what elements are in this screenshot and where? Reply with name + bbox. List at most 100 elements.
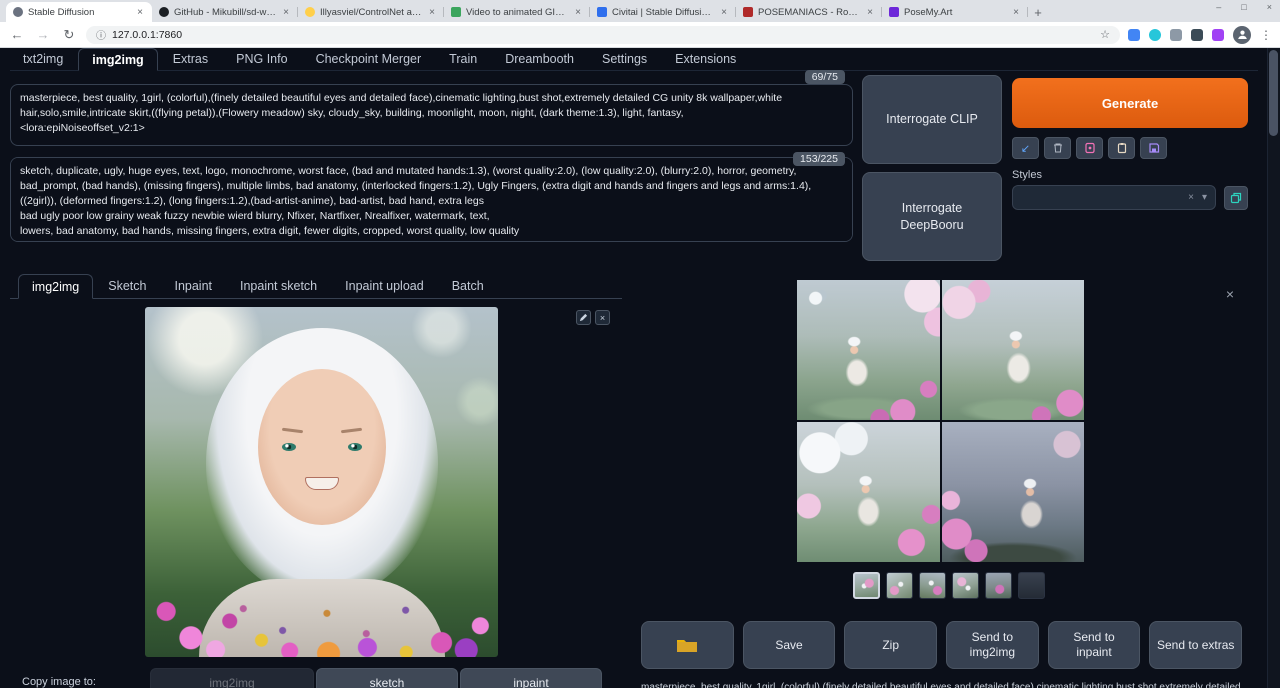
tab-dreambooth[interactable]: Dreambooth — [492, 48, 587, 70]
browser-tab-controlnet[interactable]: Illyasviel/ControlNet at main × — [298, 2, 444, 22]
styles-refresh-button[interactable] — [1224, 186, 1248, 210]
tab-close-icon[interactable]: × — [135, 7, 145, 18]
maximize-icon[interactable]: □ — [1241, 2, 1246, 12]
bookmark-star-icon[interactable]: ☆ — [1100, 28, 1110, 41]
img2img-source-image[interactable] — [145, 307, 498, 657]
result-image-1[interactable] — [797, 280, 940, 420]
portrait-eye-left — [282, 443, 296, 451]
subtab-inpaint[interactable]: Inpaint — [161, 274, 225, 298]
gallery-thumbnail-5[interactable] — [985, 572, 1012, 599]
browser-tab-posemy-art[interactable]: PoseMy.Art × — [882, 2, 1028, 22]
back-icon[interactable]: ← — [8, 27, 26, 42]
result-image-4[interactable] — [942, 422, 1085, 562]
browser-tab-gif-converter[interactable]: Video to animated GIF converter × — [444, 2, 590, 22]
send-to-extras-button[interactable]: Send to extras — [1149, 621, 1242, 669]
tab-png-info[interactable]: PNG Info — [223, 48, 300, 70]
copy-to-img2img-button[interactable]: img2img — [150, 668, 314, 688]
window-close-icon[interactable]: × — [1267, 2, 1272, 12]
interrogate-deepbooru-button[interactable]: Interrogate DeepBooru — [862, 172, 1002, 261]
tab-close-icon[interactable]: × — [281, 7, 291, 18]
window-controls: – □ × — [1216, 2, 1272, 12]
styles-dropdown[interactable]: × ▾ — [1012, 185, 1216, 210]
gallery-thumbnail-1[interactable] — [853, 572, 880, 599]
tab-close-icon[interactable]: × — [719, 7, 729, 18]
edit-image-button[interactable] — [576, 310, 591, 325]
page-scrollbar[interactable] — [1267, 48, 1280, 688]
gallery-thumbnail-2[interactable] — [886, 572, 913, 599]
gallery-thumbnail-3[interactable] — [919, 572, 946, 599]
chevron-down-icon[interactable]: ▾ — [1202, 192, 1207, 203]
portrait-smile — [305, 477, 339, 490]
apply-style-button[interactable] — [1108, 137, 1135, 159]
gallery-thumbnail-6[interactable] — [1018, 572, 1045, 599]
zip-button[interactable]: Zip — [844, 621, 937, 669]
extra-networks-button[interactable] — [1076, 137, 1103, 159]
styles-label: Styles — [1012, 169, 1248, 181]
subtab-inpaint-upload[interactable]: Inpaint upload — [332, 274, 437, 298]
subtab-img2img[interactable]: img2img — [18, 274, 93, 299]
extension-icon[interactable] — [1212, 29, 1224, 41]
prompt-input[interactable]: masterpiece, best quality, 1girl, (color… — [10, 84, 853, 146]
token-counter-negative: 153/225 — [793, 152, 845, 166]
subtab-batch[interactable]: Batch — [439, 274, 497, 298]
stable-diffusion-favicon — [13, 7, 23, 17]
copy-icon — [1230, 192, 1242, 204]
copy-to-inpaint-button[interactable]: inpaint — [460, 668, 602, 688]
floppy-icon — [1148, 142, 1160, 154]
send-to-img2img-button[interactable]: Send to img2img — [946, 621, 1039, 669]
clear-prompt-button[interactable] — [1044, 137, 1071, 159]
tab-close-icon[interactable]: × — [427, 7, 437, 18]
remove-image-button[interactable]: × — [595, 310, 610, 325]
open-folder-button[interactable] — [641, 621, 734, 669]
subtab-sketch[interactable]: Sketch — [95, 274, 159, 298]
tab-close-icon[interactable]: × — [573, 7, 583, 18]
clear-selection-icon[interactable]: × — [1188, 192, 1194, 203]
tab-checkpoint-merger[interactable]: Checkpoint Merger — [303, 48, 435, 70]
card-icon — [1084, 142, 1096, 154]
profile-avatar[interactable] — [1233, 26, 1251, 44]
url-bar[interactable]: ⓘ 127.0.0.1:7860 ☆ — [86, 26, 1120, 44]
forward-icon[interactable]: → — [34, 27, 52, 42]
gallery-close-icon[interactable]: × — [1226, 286, 1234, 302]
generate-button[interactable]: Generate — [1012, 78, 1248, 128]
negative-prompt-input[interactable]: sketch, duplicate, ugly, huge eyes, text… — [10, 157, 853, 242]
browser-tab-github[interactable]: GitHub - Mikubill/sd-webui-con... × — [152, 2, 298, 22]
send-to-inpaint-button[interactable]: Send to inpaint — [1048, 621, 1141, 669]
tab-extras[interactable]: Extras — [160, 48, 221, 70]
url-text[interactable]: 127.0.0.1:7860 — [112, 29, 1094, 41]
tab-train[interactable]: Train — [436, 48, 490, 70]
result-image-3[interactable] — [797, 422, 940, 562]
extension-icon[interactable] — [1128, 29, 1140, 41]
scrollbar-thumb[interactable] — [1269, 50, 1278, 136]
result-image-2[interactable] — [942, 280, 1085, 420]
tab-close-icon[interactable]: × — [1011, 7, 1021, 18]
reload-icon[interactable]: ↻ — [60, 27, 78, 43]
paste-arrow-icon: ↙ — [1021, 142, 1030, 155]
save-style-button[interactable] — [1140, 137, 1167, 159]
browser-tab-stable-diffusion[interactable]: Stable Diffusion × — [6, 2, 152, 22]
minimize-icon[interactable]: – — [1216, 2, 1221, 12]
paste-params-button[interactable]: ↙ — [1012, 137, 1039, 159]
tab-extensions[interactable]: Extensions — [662, 48, 749, 70]
tab-settings[interactable]: Settings — [589, 48, 660, 70]
extension-icon[interactable] — [1191, 29, 1203, 41]
extension-icon[interactable] — [1170, 29, 1182, 41]
subtab-inpaint-sketch[interactable]: Inpaint sketch — [227, 274, 330, 298]
gallery-thumbnail-4[interactable] — [952, 572, 979, 599]
tab-close-icon[interactable]: × — [865, 7, 875, 18]
site-info-icon[interactable]: ⓘ — [96, 27, 106, 42]
new-tab-button[interactable]: + — [1028, 2, 1048, 22]
browser-tab-posemaniacs[interactable]: POSEMANIACS - Royalty free 3... × — [736, 2, 882, 22]
result-image-grid[interactable] — [797, 280, 1084, 562]
save-button[interactable]: Save — [743, 621, 836, 669]
tab-img2img[interactable]: img2img — [78, 48, 157, 71]
copy-to-sketch-button[interactable]: sketch — [316, 668, 458, 688]
interrogate-clip-button[interactable]: Interrogate CLIP — [862, 75, 1002, 164]
interrogate-column: Interrogate CLIP Interrogate DeepBooru — [862, 75, 1002, 261]
tab-txt2img[interactable]: txt2img — [10, 48, 76, 70]
extensions-row: ⋮ — [1128, 26, 1272, 44]
browser-tab-civitai[interactable]: Civitai | Stable Diffusion model... × — [590, 2, 736, 22]
img2img-panel: img2img Sketch Inpaint Inpaint sketch In… — [10, 274, 622, 688]
browser-menu-icon[interactable]: ⋮ — [1260, 28, 1272, 42]
extension-icon[interactable] — [1149, 29, 1161, 41]
